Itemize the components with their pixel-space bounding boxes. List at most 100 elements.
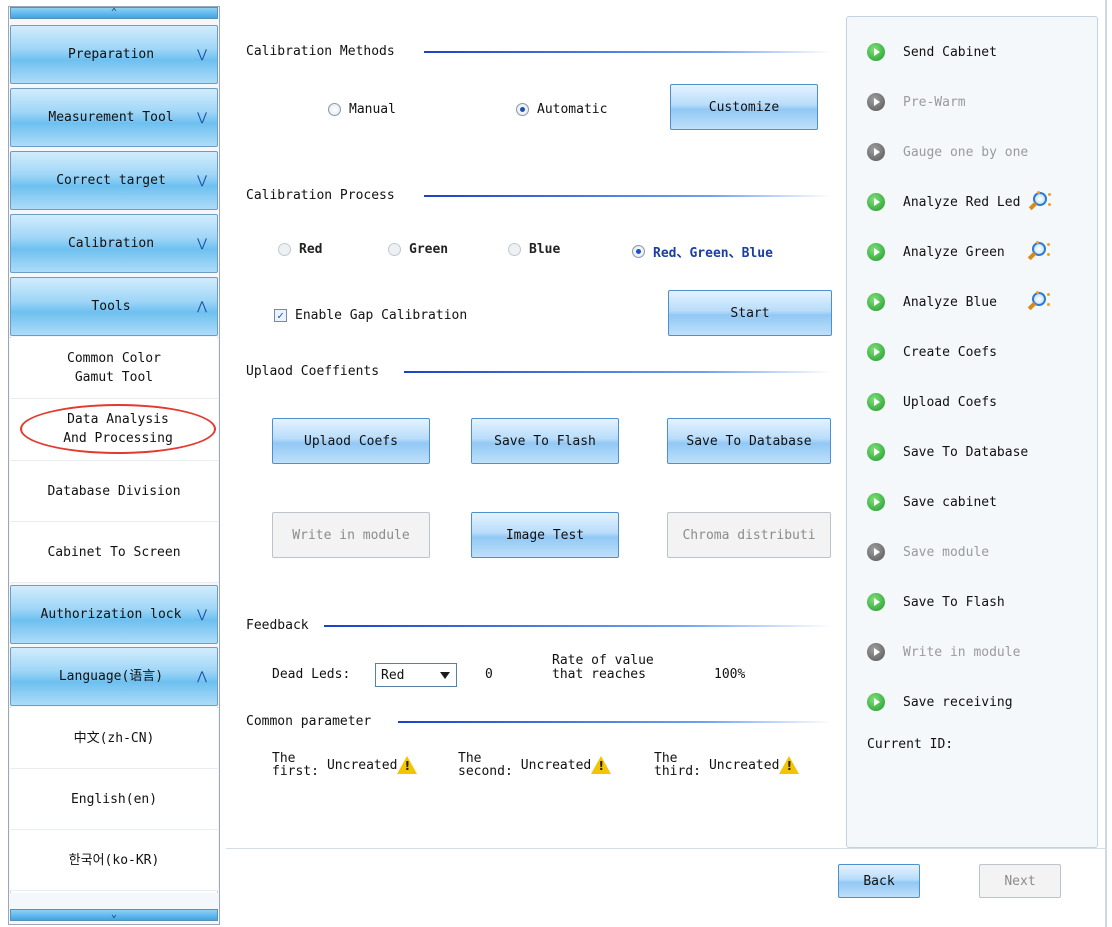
sidebar-header-label: Language(语言) <box>58 669 164 684</box>
radio-label: Red <box>299 242 323 257</box>
upload-coefs-button[interactable]: Uplaod Coefs <box>272 418 430 464</box>
step-save-module[interactable]: Save module <box>867 540 989 564</box>
dropdown-arrow-icon <box>440 672 450 679</box>
param-third: The third: Uncreated <box>654 752 800 778</box>
double-chevron-down-icon: ⋁ <box>197 110 207 124</box>
step-write-in-module[interactable]: Write in module <box>867 640 1020 664</box>
scroll-up-button[interactable]: ⌃ <box>10 7 218 19</box>
step-label: Pre-Warm <box>903 94 966 110</box>
rate-value: 100% <box>714 667 746 682</box>
sidebar-header-label: Measurement Tool <box>48 110 174 125</box>
steps-panel: Send Cabinet Pre-Warm Gauge one by one A… <box>846 16 1098 848</box>
param-first: The first: Uncreated <box>272 752 418 778</box>
image-test-button[interactable]: Image Test <box>471 512 619 558</box>
double-chevron-up-icon: ⋀ <box>197 299 207 313</box>
step-label: Save To Database <box>903 444 1029 460</box>
radio-dot <box>328 103 341 116</box>
section-title-common-parameter: Common parameter <box>246 714 372 729</box>
play-circle-icon <box>867 693 885 711</box>
step-gauge-one-by-one[interactable]: Gauge one by one <box>867 140 1028 164</box>
play-circle-icon <box>867 493 885 511</box>
radio-dot <box>516 103 529 116</box>
step-label: Write in module <box>903 644 1021 660</box>
step-label: Save module <box>903 544 990 560</box>
param-value: Uncreated <box>520 757 592 773</box>
sidebar-header-calibration[interactable]: Calibration ⋁ <box>10 214 218 273</box>
play-circle-icon <box>867 243 885 261</box>
step-analyze-green[interactable]: Analyze Green <box>867 240 1050 264</box>
sidebar-header-measurement-tool[interactable]: Measurement Tool ⋁ <box>10 88 218 147</box>
step-label: Save To Flash <box>903 594 1005 610</box>
radio-red-green-blue[interactable]: Red、Green、Blue <box>632 242 773 261</box>
radio-green[interactable]: Green <box>388 242 448 257</box>
step-upload-coefs[interactable]: Upload Coefs <box>867 390 997 414</box>
selected-highlight-ring: Data Analysis And Processing <box>20 404 216 454</box>
sidebar-item-common-color-gamut-tool[interactable]: Common Color Gamut Tool <box>10 338 218 399</box>
step-create-coefs[interactable]: Create Coefs <box>867 340 997 364</box>
step-label: Analyze Red Led <box>903 194 1021 210</box>
sidebar-header-preparation[interactable]: Preparation ⋁ <box>10 25 218 84</box>
section-title-calibration-methods: Calibration Methods <box>246 44 395 59</box>
scroll-down-button[interactable]: ⌄ <box>10 909 218 921</box>
radio-automatic[interactable]: Automatic <box>516 102 607 117</box>
step-pre-warm[interactable]: Pre-Warm <box>867 90 966 114</box>
radio-dot <box>278 243 291 256</box>
play-circle-icon <box>867 593 885 611</box>
sidebar-header-label: Preparation <box>67 47 155 62</box>
sidebar-header-correct-target[interactable]: Correct target ⋁ <box>10 151 218 210</box>
sidebar-header-label: Authorization lock <box>40 607 182 622</box>
play-circle-icon <box>867 93 885 111</box>
step-label: Gauge one by one <box>903 144 1029 160</box>
step-analyze-blue[interactable]: Analyze Blue <box>867 290 1050 314</box>
back-button[interactable]: Back <box>838 864 920 898</box>
sidebar-item-lang-en[interactable]: English(en) <box>10 769 218 830</box>
sidebar-item-lang-zh[interactable]: 中文(zh-CN) <box>10 708 218 769</box>
sidebar-item-database-division[interactable]: Database Division <box>10 461 218 522</box>
next-button[interactable]: Next <box>979 864 1061 898</box>
radio-dot <box>508 243 521 256</box>
step-save-receiving[interactable]: Save receiving <box>867 690 1013 714</box>
step-send-cabinet[interactable]: Send Cabinet <box>867 40 997 64</box>
magnifier-icon[interactable] <box>1028 191 1052 213</box>
radio-manual[interactable]: Manual <box>328 102 396 117</box>
sidebar-item-data-analysis[interactable]: Data Analysis And Processing <box>10 399 218 461</box>
step-save-cabinet[interactable]: Save cabinet <box>867 490 997 514</box>
save-to-flash-button[interactable]: Save To Flash <box>471 418 619 464</box>
start-button[interactable]: Start <box>668 290 832 336</box>
double-chevron-down-icon: ⋁ <box>197 47 207 61</box>
magnifier-icon[interactable] <box>1027 291 1050 313</box>
double-chevron-up-icon: ⌃ <box>110 7 118 18</box>
sidebar-header-tools[interactable]: Tools ⋀ <box>10 277 218 336</box>
radio-red[interactable]: Red <box>278 242 322 257</box>
radio-dot <box>388 243 401 256</box>
radio-label: Automatic <box>537 102 608 117</box>
step-analyze-red-led[interactable]: Analyze Red Led <box>867 190 1052 214</box>
double-chevron-down-icon: ⌄ <box>110 909 118 920</box>
radio-blue[interactable]: Blue <box>508 242 560 257</box>
radio-label: Red、Green、Blue <box>653 246 773 261</box>
step-label: Save receiving <box>903 694 1013 710</box>
write-in-module-button[interactable]: Write in module <box>272 512 430 558</box>
step-label: Analyze Blue <box>903 294 997 310</box>
step-label: Analyze Green <box>903 244 1005 260</box>
radio-dot <box>632 245 645 258</box>
step-save-to-flash[interactable]: Save To Flash <box>867 590 1005 614</box>
sidebar-header-authorization-lock[interactable]: Authorization lock ⋁ <box>10 585 218 644</box>
step-save-to-database[interactable]: Save To Database <box>867 440 1028 464</box>
sidebar-header-language[interactable]: Language(语言) ⋀ <box>10 647 218 706</box>
sidebar-item-lang-ko[interactable]: 한국어(ko-KR) <box>10 830 218 891</box>
play-circle-icon <box>867 343 885 361</box>
sidebar-header-label: Tools <box>91 299 131 314</box>
sidebar-item-cabinet-to-screen[interactable]: Cabinet To Screen <box>10 522 218 583</box>
enable-gap-calibration-checkbox[interactable]: ✓ Enable Gap Calibration <box>274 308 467 323</box>
dead-leds-label: Dead Leds: <box>272 667 351 682</box>
warning-icon <box>779 756 800 774</box>
customize-button[interactable]: Customize <box>670 84 818 130</box>
section-divider <box>424 51 832 53</box>
chroma-distribution-button[interactable]: Chroma distributi <box>667 512 831 558</box>
radio-label: Green <box>409 242 449 257</box>
double-chevron-down-icon: ⋁ <box>197 173 207 187</box>
save-to-database-button[interactable]: Save To Database <box>667 418 831 464</box>
magnifier-icon[interactable] <box>1027 241 1050 263</box>
dead-leds-select[interactable]: Red <box>375 663 457 687</box>
